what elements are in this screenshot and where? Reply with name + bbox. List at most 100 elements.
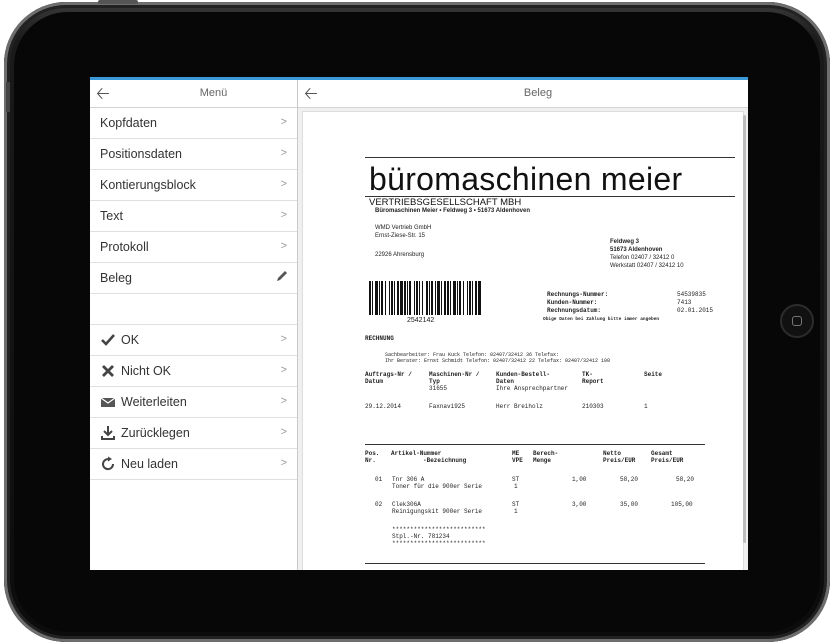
tablet-screen: 🡠 Menü Kopfdaten > Positionsdaten > Kont… bbox=[90, 77, 748, 570]
chevron-right-icon: > bbox=[280, 426, 287, 438]
item-vpe: 1 bbox=[514, 508, 518, 515]
action-label: OK bbox=[121, 333, 140, 347]
item-artikel: Clek306A bbox=[392, 501, 421, 508]
item-header: Menge bbox=[533, 457, 552, 464]
sender-line: Büromaschinen Meier • Feldweg 3 • 51673 … bbox=[375, 208, 531, 214]
x-icon bbox=[102, 365, 114, 377]
item-pos: 02 bbox=[375, 501, 383, 508]
item-artikel: Tnr 306 A bbox=[392, 476, 425, 483]
chevron-right-icon: > bbox=[280, 178, 287, 190]
company-address-line: Telefon 02407 / 32412 0 bbox=[610, 255, 675, 261]
company-address-line: Werkstatt 02407 / 32412 10 bbox=[610, 263, 684, 269]
meta-label: Rechnungs-Nummer: bbox=[547, 291, 609, 298]
document-scrollbar[interactable] bbox=[743, 115, 746, 543]
item-netto: 35,00 bbox=[620, 501, 639, 508]
chevron-right-icon: > bbox=[280, 209, 287, 221]
chevron-right-icon: > bbox=[280, 395, 287, 407]
item-gesamt: 105,00 bbox=[671, 501, 693, 508]
home-button[interactable] bbox=[780, 304, 814, 338]
nicht-ok-button[interactable]: Nicht OK > bbox=[90, 356, 297, 387]
item-header: VPE bbox=[512, 457, 523, 464]
company-address-line: Feldweg 3 bbox=[610, 239, 640, 245]
item-bezeichnung: Reinigungskit 900er Serie bbox=[392, 508, 483, 515]
item-header: Berech- bbox=[533, 450, 559, 457]
action-label: Zurücklegen bbox=[121, 426, 190, 440]
item-header: Pos. bbox=[365, 450, 380, 457]
item-header: Preis/EUR bbox=[603, 457, 636, 464]
stars-line: ************************** bbox=[392, 540, 486, 547]
item-bezeichnung: Toner für die 900er Serie bbox=[392, 483, 483, 490]
action-label: Weiterleiten bbox=[121, 395, 187, 409]
menu-item-label: Text bbox=[100, 209, 123, 223]
zuruecklegen-button[interactable]: Zurücklegen > bbox=[90, 418, 297, 449]
menu-item-kontierungsblock[interactable]: Kontierungsblock > bbox=[90, 170, 297, 201]
meta-value: 7413 bbox=[677, 299, 692, 306]
order-value: 29.12.2014 bbox=[365, 403, 402, 410]
recipient-line: WMD Vertrieb GmbH bbox=[375, 225, 432, 231]
menu-item-label: Positionsdaten bbox=[100, 147, 183, 161]
rule-items bbox=[365, 444, 705, 445]
menu-item-protokoll[interactable]: Protokoll > bbox=[90, 232, 297, 263]
menu-item-kopfdaten[interactable]: Kopfdaten > bbox=[90, 108, 297, 139]
item-header: Nr. bbox=[365, 457, 376, 464]
rule-bottom bbox=[365, 563, 705, 564]
company-subtitle: VERTRIEBSGESELLSCHAFT MBH bbox=[369, 197, 522, 208]
ok-button[interactable]: OK > bbox=[90, 325, 297, 356]
document-header: 🡠 Beleg bbox=[298, 80, 748, 108]
menu-item-label: Kopfdaten bbox=[100, 116, 157, 130]
order-header: TK- bbox=[582, 371, 593, 378]
weiterleiten-button[interactable]: Weiterleiten > bbox=[90, 387, 297, 418]
item-header: Gesamt bbox=[651, 450, 673, 457]
item-pos: 01 bbox=[375, 476, 383, 483]
chevron-right-icon: > bbox=[280, 364, 287, 376]
back-arrow-icon[interactable]: 🡠 bbox=[304, 84, 326, 104]
invoice-document[interactable]: büromaschinen meier VERTRIEBSGESELLSCHAF… bbox=[302, 111, 744, 570]
menu-item-positionsdaten[interactable]: Positionsdaten > bbox=[90, 139, 297, 170]
neu-laden-button[interactable]: Neu laden > bbox=[90, 449, 297, 480]
document-panel: 🡠 Beleg büromaschinen meier VERTRIEBSGES… bbox=[298, 80, 748, 570]
meta-label: Kunden-Nummer: bbox=[547, 299, 598, 306]
item-netto: 58,20 bbox=[620, 476, 639, 483]
menu-item-beleg[interactable]: Beleg bbox=[90, 263, 297, 294]
stars-line: ************************** bbox=[392, 526, 486, 533]
menu-item-text[interactable]: Text > bbox=[90, 201, 297, 232]
order-header: Daten bbox=[496, 378, 515, 385]
document-title: Beleg bbox=[523, 87, 553, 99]
chevron-right-icon: > bbox=[280, 457, 287, 469]
menu-spacer bbox=[90, 294, 297, 325]
chevron-right-icon: > bbox=[280, 116, 287, 128]
order-value: Herr Breiholz bbox=[496, 403, 543, 410]
menu-title: Menü bbox=[199, 87, 228, 99]
recipient-line: 22926 Ahrensburg bbox=[375, 252, 425, 258]
item-header: ME bbox=[512, 450, 520, 457]
item-me: ST bbox=[512, 501, 520, 508]
chevron-right-icon: > bbox=[280, 333, 287, 345]
company-name: büromaschinen meier bbox=[369, 161, 683, 197]
order-value: 210303 bbox=[582, 403, 604, 410]
stpl-line: Stpl.-Nr. 781234 bbox=[392, 533, 450, 540]
menu-item-label: Beleg bbox=[100, 271, 132, 285]
pencil-icon bbox=[277, 271, 287, 281]
order-value: Ihre Ansprechpartner bbox=[496, 385, 569, 392]
order-header: Datum bbox=[365, 378, 384, 385]
download-icon bbox=[101, 426, 115, 440]
back-arrow-icon[interactable]: 🡠 bbox=[96, 84, 118, 104]
meta-note: Obige Daten bei Zahlung bitte immer ange… bbox=[543, 317, 660, 322]
meta-label: Rechnungsdatum: bbox=[547, 307, 602, 314]
order-header: Typ bbox=[429, 378, 440, 385]
check-icon bbox=[101, 334, 115, 346]
order-value: Faxnavi925 bbox=[429, 403, 466, 410]
menu-item-label: Kontierungsblock bbox=[100, 178, 196, 192]
meta-value: 54539835 bbox=[677, 291, 706, 298]
menu-item-label: Protokoll bbox=[100, 240, 149, 254]
order-header: Auftrags-Nr / bbox=[365, 371, 412, 378]
order-value: 1 bbox=[644, 403, 648, 410]
item-gesamt: 58,20 bbox=[676, 476, 695, 483]
barcode-image bbox=[369, 281, 481, 315]
meta-value: 02.01.2015 bbox=[677, 307, 714, 314]
barcode-number: 2542142 bbox=[407, 317, 435, 324]
rule-top bbox=[365, 157, 735, 158]
power-button bbox=[98, 0, 138, 4]
company-address-line: 51673 Aldenhoven bbox=[610, 247, 663, 253]
order-header: Kunden-Bestell- bbox=[496, 371, 551, 378]
